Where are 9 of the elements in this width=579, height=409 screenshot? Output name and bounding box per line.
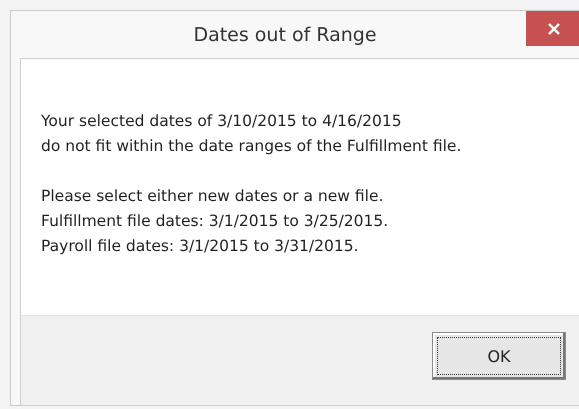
ok-button[interactable]: OK — [432, 332, 566, 380]
message-line: Payroll file dates: 3/1/2015 to 3/31/2015. — [41, 236, 360, 257]
close-icon — [546, 22, 560, 36]
message-line: do not fit within the date ranges of the Fulfillment file. — [41, 136, 462, 157]
message-line: Please select either new dates or a new file. — [41, 186, 384, 207]
close-button[interactable] — [526, 11, 579, 46]
message-line: Your selected dates of 3/10/2015 to 4/16/2015 — [41, 111, 403, 132]
message-line: Fulfillment file dates: 3/1/2015 to 3/25/2015. — [41, 211, 390, 232]
window-title: Dates out of Range — [193, 24, 377, 46]
